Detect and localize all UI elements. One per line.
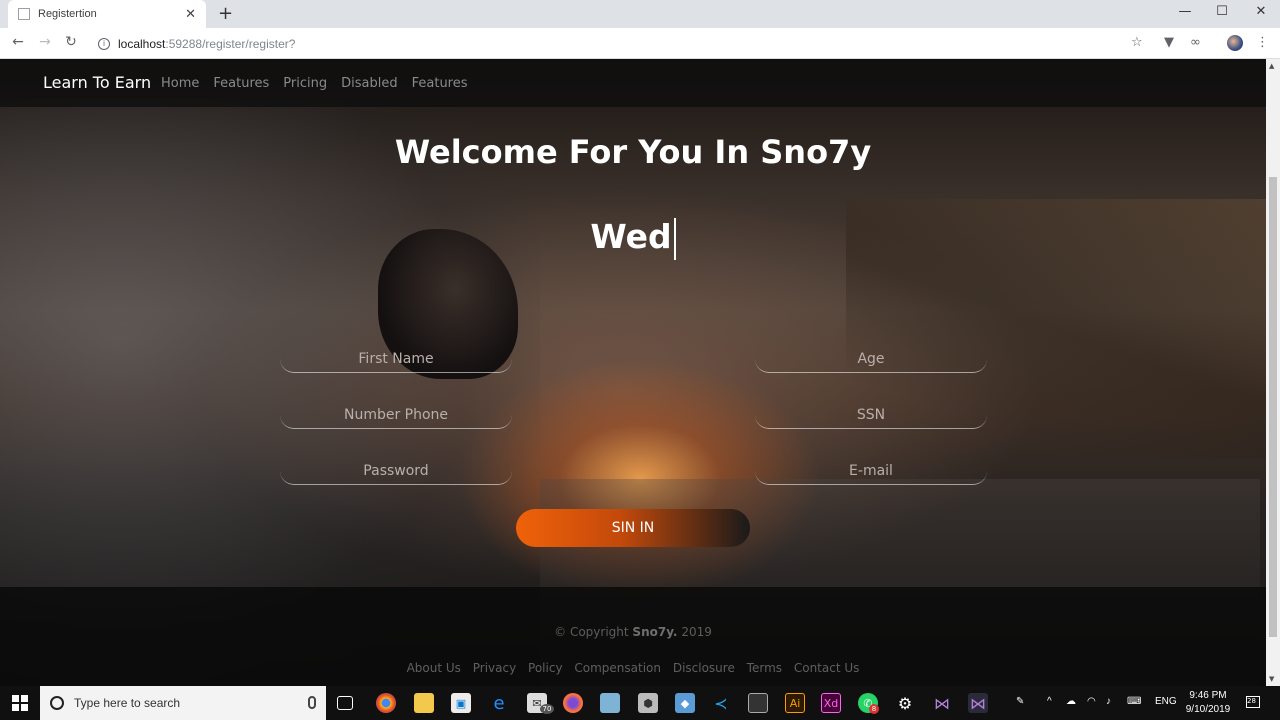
ssn-input[interactable]: [755, 401, 987, 429]
wifi-icon[interactable]: ◠: [1087, 696, 1096, 707]
copyright-text: © Copyright Sno7y. 2019: [0, 625, 1266, 639]
keyboard-icon[interactable]: ⌨: [1127, 696, 1141, 707]
scrollbar-thumb[interactable]: [1269, 177, 1277, 637]
file-explorer-icon[interactable]: [414, 693, 434, 713]
url-path: :59288/register/register?: [165, 36, 296, 51]
footer-link-policy[interactable]: Policy: [528, 661, 563, 675]
visual-studio-active-icon[interactable]: ⋈: [968, 693, 988, 713]
first-name-input[interactable]: [280, 345, 512, 373]
maximize-window-icon[interactable]: ☐: [1212, 4, 1232, 19]
browser-tab[interactable]: Registertion ✕: [8, 0, 206, 28]
microsoft-store-icon[interactable]: ▣: [451, 693, 471, 713]
extension-infinity-icon[interactable]: ∞: [1190, 35, 1201, 50]
volume-icon[interactable]: ♪: [1106, 696, 1111, 707]
footer-link-disclosure[interactable]: Disclosure: [673, 661, 735, 675]
site-footer: © Copyright Sno7y. 2019 About Us Privacy…: [0, 587, 1266, 686]
chrome-taskbar-icon[interactable]: [376, 693, 396, 713]
show-hidden-icons-chevron-icon[interactable]: ^: [1047, 696, 1052, 707]
close-tab-icon[interactable]: ✕: [185, 7, 196, 22]
footer-link-terms[interactable]: Terms: [747, 661, 782, 675]
browser-toolbar: ← → ↻ i localhost:59288/register/registe…: [0, 28, 1280, 59]
scroll-up-arrow-icon[interactable]: ▲: [1269, 62, 1274, 70]
windows-taskbar: Type here to search ▣ e ✉ 70 ⬢ ◆ ≺ Ai Xd…: [0, 686, 1280, 720]
scroll-down-arrow-icon[interactable]: ▼: [1269, 675, 1274, 683]
clock-time: 9:46 PM: [1189, 690, 1227, 701]
settings-gear-icon[interactable]: ⚙: [895, 693, 915, 713]
copyright-prefix: © Copyright: [554, 625, 629, 639]
nav-link-features-2[interactable]: Features: [412, 76, 468, 91]
whatsapp-badge: 8: [869, 704, 879, 714]
tab-title: Registertion: [38, 8, 97, 20]
adobe-xd-icon[interactable]: Xd: [821, 693, 841, 713]
page-favicon-icon: [18, 8, 30, 20]
nav-link-disabled[interactable]: Disabled: [341, 76, 397, 91]
sign-in-button[interactable]: SIN IN: [516, 509, 750, 547]
nav-link-home[interactable]: Home: [161, 76, 199, 91]
footer-link-contact-us[interactable]: Contact Us: [794, 661, 860, 675]
new-tab-plus-icon[interactable]: +: [218, 3, 233, 24]
welcome-heading: Welcome For You In Sno7y: [394, 133, 872, 171]
pen-workspace-icon[interactable]: ✎: [1016, 696, 1024, 707]
profile-avatar[interactable]: [1227, 35, 1243, 51]
windows-start-icon[interactable]: [12, 695, 28, 711]
nav-link-features[interactable]: Features: [213, 76, 269, 91]
nav-link-pricing[interactable]: Pricing: [283, 76, 327, 91]
text-caret: [673, 217, 676, 260]
site-info-icon[interactable]: i: [98, 37, 110, 50]
system-clock[interactable]: 9:46 PM 9/10/2019: [1184, 689, 1232, 717]
typewriter-text: Wed: [0, 217, 1266, 260]
illustrator-icon[interactable]: Ai: [785, 693, 805, 713]
terminal-icon[interactable]: [748, 693, 768, 713]
address-bar[interactable]: i localhost:59288/register/register?: [90, 32, 1155, 55]
vscode-icon[interactable]: ≺: [711, 693, 731, 713]
firefox-icon[interactable]: [563, 693, 583, 713]
nav-links: Home Features Pricing Disabled Features: [161, 76, 482, 91]
forward-arrow-icon[interactable]: →: [37, 34, 53, 50]
footer-link-privacy[interactable]: Privacy: [473, 661, 516, 675]
bookmark-star-icon[interactable]: ☆: [1131, 35, 1143, 50]
visual-studio-icon[interactable]: ⋈: [932, 693, 952, 713]
taskbar-search-box[interactable]: Type here to search: [40, 686, 326, 720]
close-window-icon[interactable]: ✕: [1251, 4, 1271, 19]
task-view-icon[interactable]: [337, 696, 353, 710]
onedrive-cloud-icon[interactable]: ☁: [1066, 696, 1076, 707]
page-scrollbar[interactable]: ▲ ▼: [1266, 59, 1280, 686]
footer-links: About Us Privacy Policy Compensation Dis…: [0, 661, 1266, 675]
copyright-brand: Sno7y.: [632, 625, 678, 639]
3d-viewer-icon[interactable]: ⬢: [638, 693, 658, 713]
reload-icon[interactable]: ↻: [63, 34, 79, 50]
notepad-icon[interactable]: [600, 693, 620, 713]
phone-number-input[interactable]: [280, 401, 512, 429]
microphone-icon[interactable]: [308, 696, 316, 709]
virtualbox-icon[interactable]: ◆: [675, 693, 695, 713]
footer-link-about-us[interactable]: About Us: [407, 661, 461, 675]
copyright-year: 2019: [681, 625, 712, 639]
mail-badge: 70: [540, 704, 554, 714]
notification-center-icon[interactable]: 28: [1246, 696, 1260, 708]
chrome-menu-icon[interactable]: ⋮: [1256, 35, 1269, 50]
email-input[interactable]: [755, 457, 987, 485]
browser-tab-strip: Registertion ✕ + — ☐ ✕: [0, 0, 1280, 28]
registration-page: Learn To Earn Home Features Pricing Disa…: [0, 59, 1266, 686]
taskbar-search-placeholder: Type here to search: [74, 696, 181, 710]
password-input[interactable]: [280, 457, 512, 485]
typed-word: Wed: [590, 217, 672, 256]
site-brand[interactable]: Learn To Earn: [43, 73, 151, 92]
clock-date: 9/10/2019: [1185, 704, 1231, 715]
site-navbar: Learn To Earn Home Features Pricing Disa…: [0, 59, 1266, 107]
cortana-circle-icon: [50, 696, 64, 710]
footer-link-compensation[interactable]: Compensation: [574, 661, 661, 675]
edge-browser-icon[interactable]: e: [489, 693, 509, 714]
minimize-window-icon[interactable]: —: [1175, 4, 1195, 19]
back-arrow-icon[interactable]: ←: [10, 34, 26, 50]
age-input[interactable]: [755, 345, 987, 373]
extension-v-icon[interactable]: ▼: [1164, 35, 1174, 50]
url-host: localhost: [118, 36, 166, 51]
language-indicator[interactable]: ENG: [1155, 696, 1177, 707]
